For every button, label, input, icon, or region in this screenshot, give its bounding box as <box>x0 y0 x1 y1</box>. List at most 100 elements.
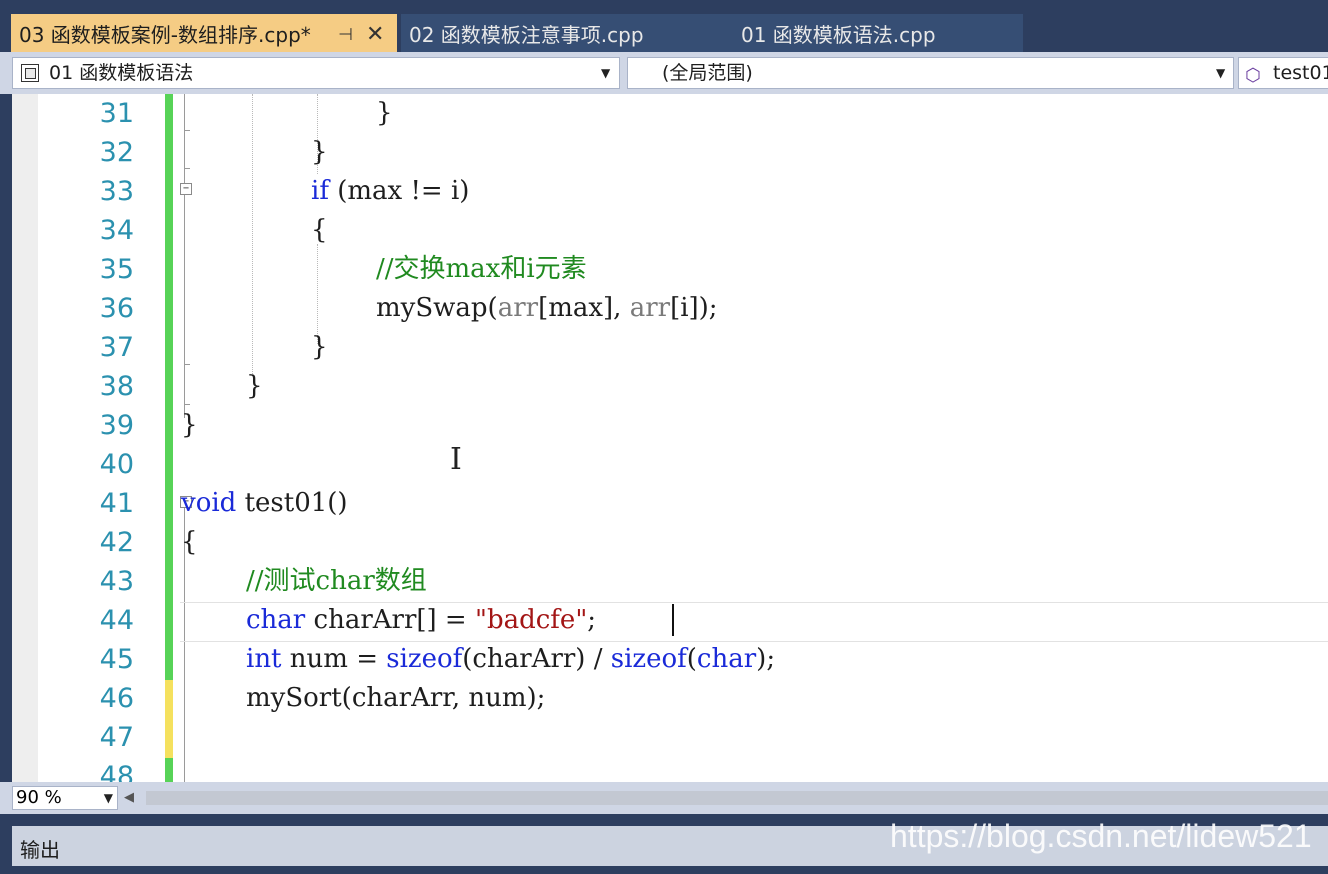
code-token: (charArr) / <box>462 644 611 674</box>
code-line: 31 } <box>38 94 1328 133</box>
code-text: void test01() <box>181 484 348 523</box>
tab-label: 03 函数模板案例-数组排序.cpp* <box>19 23 311 47</box>
code-text: } <box>376 98 393 128</box>
function-dropdown-value: test01 <box>1273 62 1328 84</box>
method-cube-icon: ⬡ <box>1245 65 1261 86</box>
code-editor[interactable]: − − 31 } 32 } 33 if (max != i) 34 { 35 /… <box>12 94 1328 782</box>
code-text: mySwap(arr[max], arr[i]); <box>376 289 718 328</box>
line-number: 33 <box>99 176 134 207</box>
code-line: 38 } <box>38 367 1328 406</box>
keyword-token: sizeof <box>386 644 463 674</box>
code-text: } <box>181 410 198 440</box>
line-number: 35 <box>99 254 134 285</box>
tab-01-syntax[interactable]: 01 函数模板语法.cpp <box>731 14 1023 52</box>
code-text: mySort(charArr, num); <box>246 683 546 713</box>
param-token: arr <box>497 293 539 323</box>
line-number: 48 <box>99 761 134 782</box>
project-icon <box>21 64 39 82</box>
code-line: 34 { <box>38 211 1328 250</box>
pin-icon[interactable]: ⊣ <box>338 14 353 52</box>
code-line: 42 { <box>38 523 1328 562</box>
keyword-token: char <box>696 644 757 674</box>
tab-02-notes[interactable]: 02 函数模板注意事项.cpp <box>401 14 731 52</box>
line-number: 39 <box>99 410 134 441</box>
watermark-text: https://blog.csdn.net/lidew521 <box>890 818 1312 854</box>
code-line: 48 <box>38 757 1328 782</box>
scope-dropdown-value: (全局范围) <box>662 62 753 84</box>
comment-text: //测试char数组 <box>246 566 427 596</box>
keyword-token: int <box>246 644 282 674</box>
code-line: 41 void test01() <box>38 484 1328 523</box>
output-panel-title: 输出 <box>20 838 60 862</box>
code-line: 45 int num = sizeof(charArr) / sizeof(ch… <box>38 640 1328 679</box>
code-token: (max != i) <box>328 176 470 206</box>
code-token: test01() <box>236 488 348 518</box>
code-text: char charArr[] = "badcfe"; <box>246 601 596 640</box>
code-lines: 31 } 32 } 33 if (max != i) 34 { 35 //交换m… <box>38 94 1328 782</box>
code-token: [i]); <box>670 293 718 323</box>
line-number: 45 <box>99 644 134 675</box>
tab-label: 01 函数模板语法.cpp <box>741 23 936 47</box>
line-number: 34 <box>99 215 134 246</box>
line-number: 38 <box>99 371 134 402</box>
code-text: } <box>311 332 328 362</box>
code-text: { <box>311 215 328 245</box>
line-number: 36 <box>99 293 134 324</box>
code-line: 32 } <box>38 133 1328 172</box>
line-number: 44 <box>99 605 134 636</box>
ibeam-cursor-icon: I <box>450 442 462 477</box>
keyword-token: sizeof <box>610 644 687 674</box>
code-text: int num = sizeof(charArr) / sizeof(char)… <box>246 640 775 679</box>
line-number: 37 <box>99 332 134 363</box>
tab-label: 02 函数模板注意事项.cpp <box>409 23 644 47</box>
line-number: 41 <box>99 488 134 519</box>
code-line: 37 } <box>38 328 1328 367</box>
zoom-dropdown[interactable]: 90 % ▼ <box>12 786 118 810</box>
project-dropdown-value: 01 函数模板语法 <box>49 62 194 84</box>
code-text: } <box>311 137 328 167</box>
glyph-margin <box>12 94 38 782</box>
tab-03-array-sort[interactable]: 03 函数模板案例-数组排序.cpp* ⊣ ✕ <box>11 14 397 52</box>
function-dropdown[interactable]: ⬡ test01 <box>1238 57 1328 89</box>
code-line: 39 } <box>38 406 1328 445</box>
code-line: 46 mySort(charArr, num); <box>38 679 1328 718</box>
zoom-value: 90 % <box>16 787 62 808</box>
chevron-down-icon[interactable]: ▼ <box>601 58 610 88</box>
line-number: 40 <box>99 449 134 480</box>
comment-text: //交换max和i元素 <box>376 254 587 284</box>
code-line: 36 mySwap(arr[max], arr[i]); <box>38 289 1328 328</box>
code-token: ); <box>756 644 776 674</box>
code-token: charArr[] = <box>305 605 475 635</box>
code-line: 44 char charArr[] = "badcfe"; <box>38 601 1328 640</box>
code-line: 35 //交换max和i元素 <box>38 250 1328 289</box>
line-number: 43 <box>99 566 134 597</box>
code-text: { <box>181 527 198 557</box>
line-number: 46 <box>99 683 134 714</box>
code-token: ; <box>587 605 597 635</box>
code-token: [max], <box>538 293 630 323</box>
line-number: 47 <box>99 722 134 753</box>
param-token: arr <box>629 293 671 323</box>
tab-strip-empty <box>1023 14 1328 52</box>
code-text: } <box>246 371 263 401</box>
keyword-token: void <box>181 488 237 518</box>
code-line: 47 <box>38 718 1328 757</box>
chevron-down-icon[interactable]: ▼ <box>104 787 113 809</box>
code-text: if (max != i) <box>311 172 469 211</box>
line-number: 31 <box>99 98 134 129</box>
chevron-down-icon[interactable]: ▼ <box>1216 58 1225 88</box>
code-line: 43 //测试char数组 <box>38 562 1328 601</box>
project-dropdown[interactable]: 01 函数模板语法 ▼ <box>12 57 620 89</box>
scroll-left-icon[interactable]: ◀ <box>124 786 134 810</box>
code-token: ( <box>686 644 697 674</box>
code-token: num = <box>281 644 387 674</box>
editor-status-bar: 90 % ▼ ◀ <box>0 782 1328 814</box>
horizontal-scrollbar[interactable] <box>146 791 1328 805</box>
keyword-token: char <box>246 605 306 635</box>
line-number: 32 <box>99 137 134 168</box>
scope-dropdown[interactable]: (全局范围) ▼ <box>627 57 1234 89</box>
document-tab-bar: 03 函数模板案例-数组排序.cpp* ⊣ ✕ 02 函数模板注意事项.cpp … <box>0 0 1328 52</box>
code-token: mySwap( <box>376 293 498 323</box>
close-icon[interactable]: ✕ <box>366 14 384 52</box>
code-line: 33 if (max != i) <box>38 172 1328 211</box>
